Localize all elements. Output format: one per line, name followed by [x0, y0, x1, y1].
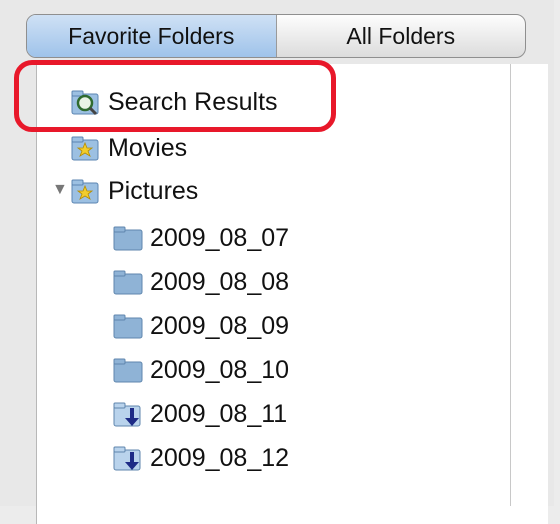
- download-folder-icon: [112, 444, 144, 472]
- smart-folder-icon: [70, 177, 102, 205]
- tree-item-label: Movies: [108, 133, 188, 162]
- tree-item-movies[interactable]: Movies: [70, 128, 187, 168]
- tree-item-folder[interactable]: 2009_08_09: [112, 306, 289, 346]
- tree-item-folder-downloading[interactable]: 2009_08_11: [112, 394, 287, 434]
- tree-item-label: 2009_08_09: [150, 311, 290, 340]
- folder-icon: [112, 312, 144, 340]
- tree-item-label: Pictures: [108, 176, 199, 205]
- tree-item-folder-downloading[interactable]: 2009_08_12: [112, 438, 289, 478]
- tree-item-pictures[interactable]: ▼ Pictures: [52, 171, 198, 211]
- folder-sidebar: Favorite Folders All Folders Search Resu…: [0, 0, 560, 524]
- smart-folder-icon: [70, 134, 102, 162]
- window-edge: [554, 0, 560, 506]
- disclosure-triangle-icon[interactable]: ▼: [52, 181, 68, 199]
- tree-item-label: 2009_08_08: [150, 267, 290, 296]
- tree-item-label: 2009_08_07: [150, 223, 290, 252]
- download-folder-icon: [112, 400, 144, 428]
- folder-tab-bar: Favorite Folders All Folders: [26, 14, 526, 58]
- tree-item-label: 2009_08_11: [150, 399, 288, 428]
- folder-icon: [112, 224, 144, 252]
- tree-item-label: 2009_08_10: [150, 355, 290, 384]
- tree-item-folder[interactable]: 2009_08_07: [112, 218, 289, 258]
- tree-item-folder[interactable]: 2009_08_08: [112, 262, 289, 302]
- vertical-scrollbar[interactable]: [510, 64, 525, 506]
- tree-item-label: 2009_08_12: [150, 443, 290, 472]
- folder-icon: [112, 268, 144, 296]
- tab-all-folders[interactable]: All Folders: [275, 15, 526, 57]
- folder-icon: [112, 356, 144, 384]
- tab-favorite-folders[interactable]: Favorite Folders: [27, 15, 276, 57]
- annotation-highlight-box: [14, 60, 336, 132]
- tree-item-folder[interactable]: 2009_08_10: [112, 350, 289, 390]
